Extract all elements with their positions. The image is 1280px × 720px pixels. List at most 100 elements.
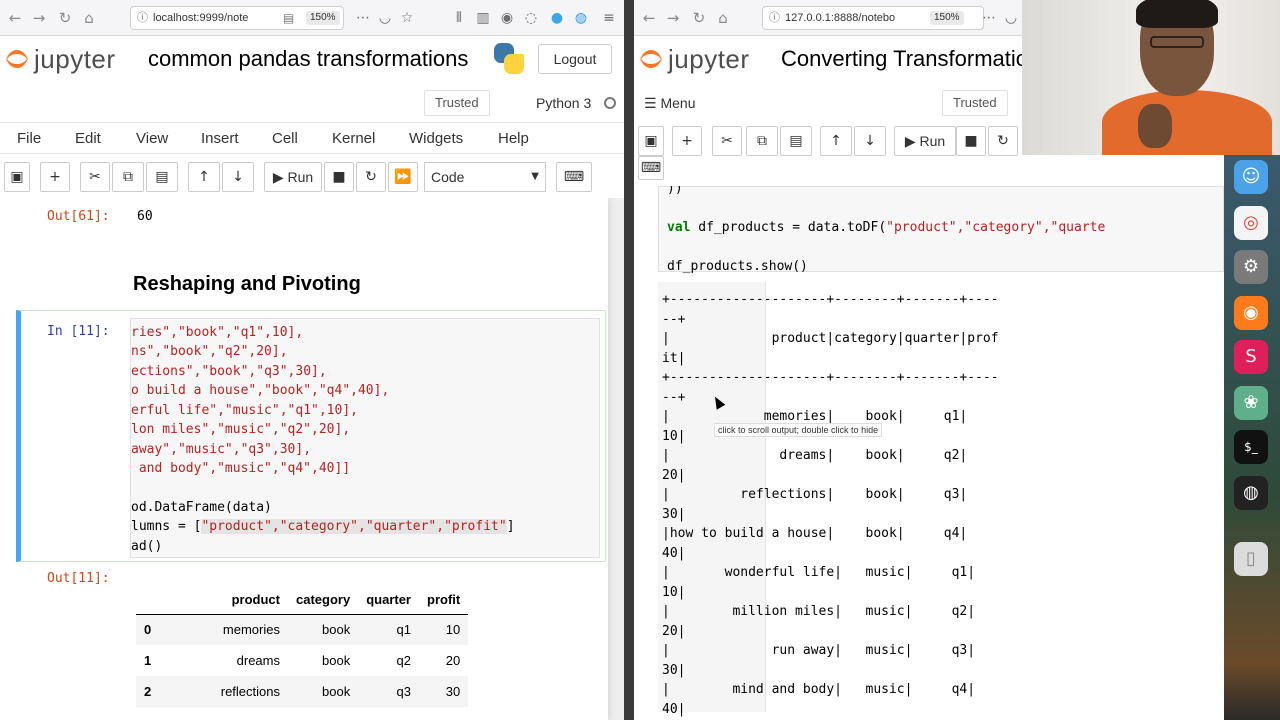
- cut-icon[interactable]: ✂: [712, 126, 742, 156]
- pocket-icon[interactable]: ◡: [1002, 9, 1020, 27]
- trusted-indicator[interactable]: Trusted: [424, 90, 490, 116]
- site-info-icon[interactable]: ⓘ: [769, 7, 780, 29]
- menu-kernel[interactable]: Kernel: [332, 130, 375, 147]
- reload-icon[interactable]: ↻: [56, 9, 74, 27]
- obs-icon[interactable]: ◍: [1234, 476, 1268, 510]
- more-icon[interactable]: ⋯: [980, 9, 998, 27]
- menu-file[interactable]: File: [17, 130, 41, 147]
- table-row: 1 dreams book q2 20: [136, 645, 468, 676]
- firefox-icon[interactable]: ◉: [1234, 296, 1268, 330]
- extension-icon[interactable]: ◉: [498, 9, 516, 27]
- system-preferences-icon[interactable]: ⚙: [1234, 250, 1268, 284]
- save-icon[interactable]: ▣: [638, 126, 664, 156]
- interrupt-icon[interactable]: ■: [324, 162, 354, 192]
- menu-edit[interactable]: Edit: [75, 130, 101, 147]
- extension2-icon[interactable]: ◌: [522, 9, 540, 27]
- code-editor[interactable]: ries","book","q1",10], ns","book","q2",2…: [130, 318, 600, 558]
- copy-icon[interactable]: ⧉: [112, 162, 144, 192]
- run-icon: ▶: [904, 133, 916, 149]
- more-icon[interactable]: ⋯: [354, 9, 372, 27]
- menu-insert[interactable]: Insert: [201, 130, 239, 147]
- reader-view-icon[interactable]: ▤: [283, 7, 294, 29]
- reload-icon[interactable]: ↻: [690, 9, 708, 27]
- copy-icon[interactable]: ⧉: [746, 126, 778, 156]
- code-editor[interactable]: )) val df_products = data.toDF("product"…: [658, 186, 1224, 274]
- chrome-icon[interactable]: ◎: [1234, 206, 1268, 240]
- code-line: lon miles","music","q2",20],: [131, 422, 351, 437]
- trash-icon[interactable]: ▯: [1234, 542, 1268, 576]
- back-icon[interactable]: ←: [640, 9, 658, 27]
- paste-icon[interactable]: ▤: [780, 126, 812, 156]
- restart-icon[interactable]: ↻: [988, 126, 1018, 156]
- command-palette-icon[interactable]: ⌨: [556, 162, 592, 192]
- output-line: | mind and body| music| q4|: [662, 682, 976, 697]
- jupyter-logo[interactable]: jupyter: [6, 44, 116, 74]
- menu-view[interactable]: View: [136, 130, 168, 147]
- jupyter-logo[interactable]: jupyter: [640, 44, 750, 74]
- column-header: quarter: [358, 586, 419, 615]
- dataframe-table: product category quarter profit 0 memori…: [136, 586, 469, 707]
- run-button[interactable]: ▶ Run: [894, 126, 956, 156]
- app-icon[interactable]: ❀: [1234, 386, 1268, 420]
- extension3-icon[interactable]: ●: [548, 9, 566, 27]
- interrupt-icon[interactable]: ■: [956, 126, 986, 156]
- notebook-status-row: Trusted Python 3: [0, 88, 624, 120]
- command-palette-icon[interactable]: ⌨: [638, 156, 664, 180]
- finder-icon[interactable]: ☺: [1234, 160, 1268, 194]
- insert-cell-icon[interactable]: +: [40, 162, 70, 192]
- menu-widgets[interactable]: Widgets: [409, 130, 463, 147]
- logout-button[interactable]: Logout: [538, 44, 612, 74]
- code-line: ad(): [131, 539, 163, 554]
- pocket-icon[interactable]: ◡: [376, 9, 394, 27]
- notebook-title[interactable]: Converting Transformatic: [781, 46, 1027, 72]
- move-up-icon[interactable]: ↑: [820, 126, 852, 156]
- site-info-icon[interactable]: ⓘ: [137, 7, 148, 29]
- kernel-idle-icon: [604, 97, 616, 109]
- window-divider[interactable]: [624, 0, 634, 720]
- output-line: | reflections| book| q3|: [662, 487, 968, 502]
- extension4-icon[interactable]: ◍: [572, 9, 590, 27]
- code-line: ns","book","q2",20],: [131, 344, 288, 359]
- slack-icon[interactable]: S: [1234, 340, 1268, 374]
- paste-icon[interactable]: ▤: [146, 162, 178, 192]
- run-button[interactable]: ▶ Run: [264, 162, 322, 192]
- restart-icon[interactable]: ↻: [356, 162, 386, 192]
- output-line: +--------------------+--------+-------+-…: [662, 370, 999, 385]
- home-icon[interactable]: ⌂: [714, 9, 732, 27]
- notebook-body[interactable]: Out[61]: 60 Reshaping and Pivoting In [1…: [0, 198, 624, 720]
- menu-toggle[interactable]: ☰ Menu: [644, 95, 695, 112]
- menu-cell[interactable]: Cell: [272, 130, 298, 147]
- output-line: --+: [662, 389, 686, 405]
- notebook-title[interactable]: common pandas transformations: [148, 46, 468, 72]
- screen: ← → ↻ ⌂ ⓘ localhost:9999/note ▤ 150% ⋯ ◡…: [0, 0, 1280, 720]
- code-line: o build a house","book","q4",40],: [131, 383, 390, 398]
- back-icon[interactable]: ←: [6, 9, 24, 27]
- library-icon[interactable]: ⫴: [450, 9, 468, 27]
- menu-help[interactable]: Help: [498, 130, 529, 147]
- restart-run-all-icon[interactable]: ⏩: [388, 162, 418, 192]
- save-icon[interactable]: ▣: [4, 162, 30, 192]
- zoom-level[interactable]: 150%: [930, 11, 964, 25]
- terminal-icon[interactable]: $_: [1234, 430, 1268, 464]
- trusted-indicator[interactable]: Trusted: [942, 90, 1008, 116]
- move-up-icon[interactable]: ↑: [188, 162, 220, 192]
- forward-icon[interactable]: →: [664, 9, 682, 27]
- bookmark-star-icon[interactable]: ☆: [398, 9, 416, 27]
- home-icon[interactable]: ⌂: [80, 9, 98, 27]
- column-header: product: [176, 586, 288, 615]
- zoom-level[interactable]: 150%: [306, 11, 340, 25]
- insert-cell-icon[interactable]: +: [672, 126, 702, 156]
- notebook-toolbar: ▣ + ✂ ⧉ ▤ ↑ ↓ ▶ Run ■ ↻ ⏩ Code ▼ ⌨: [0, 160, 624, 194]
- table-cell: q2: [396, 653, 411, 668]
- table-cell: memories: [222, 622, 280, 638]
- left-browser-toolbar: ← → ↻ ⌂ ⓘ localhost:9999/note ▤ 150% ⋯ ◡…: [0, 0, 624, 36]
- cell-type-select[interactable]: Code ▼: [424, 162, 546, 192]
- forward-icon[interactable]: →: [30, 9, 48, 27]
- cut-icon[interactable]: ✂: [80, 162, 110, 192]
- move-down-icon[interactable]: ↓: [854, 126, 886, 156]
- sidebar-icon[interactable]: ▥: [474, 9, 492, 27]
- notebook-body[interactable]: )) val df_products = data.toDF("product"…: [634, 186, 1224, 720]
- menu-icon[interactable]: ≡: [600, 9, 618, 27]
- table-cell: q3: [396, 684, 411, 699]
- move-down-icon[interactable]: ↓: [222, 162, 254, 192]
